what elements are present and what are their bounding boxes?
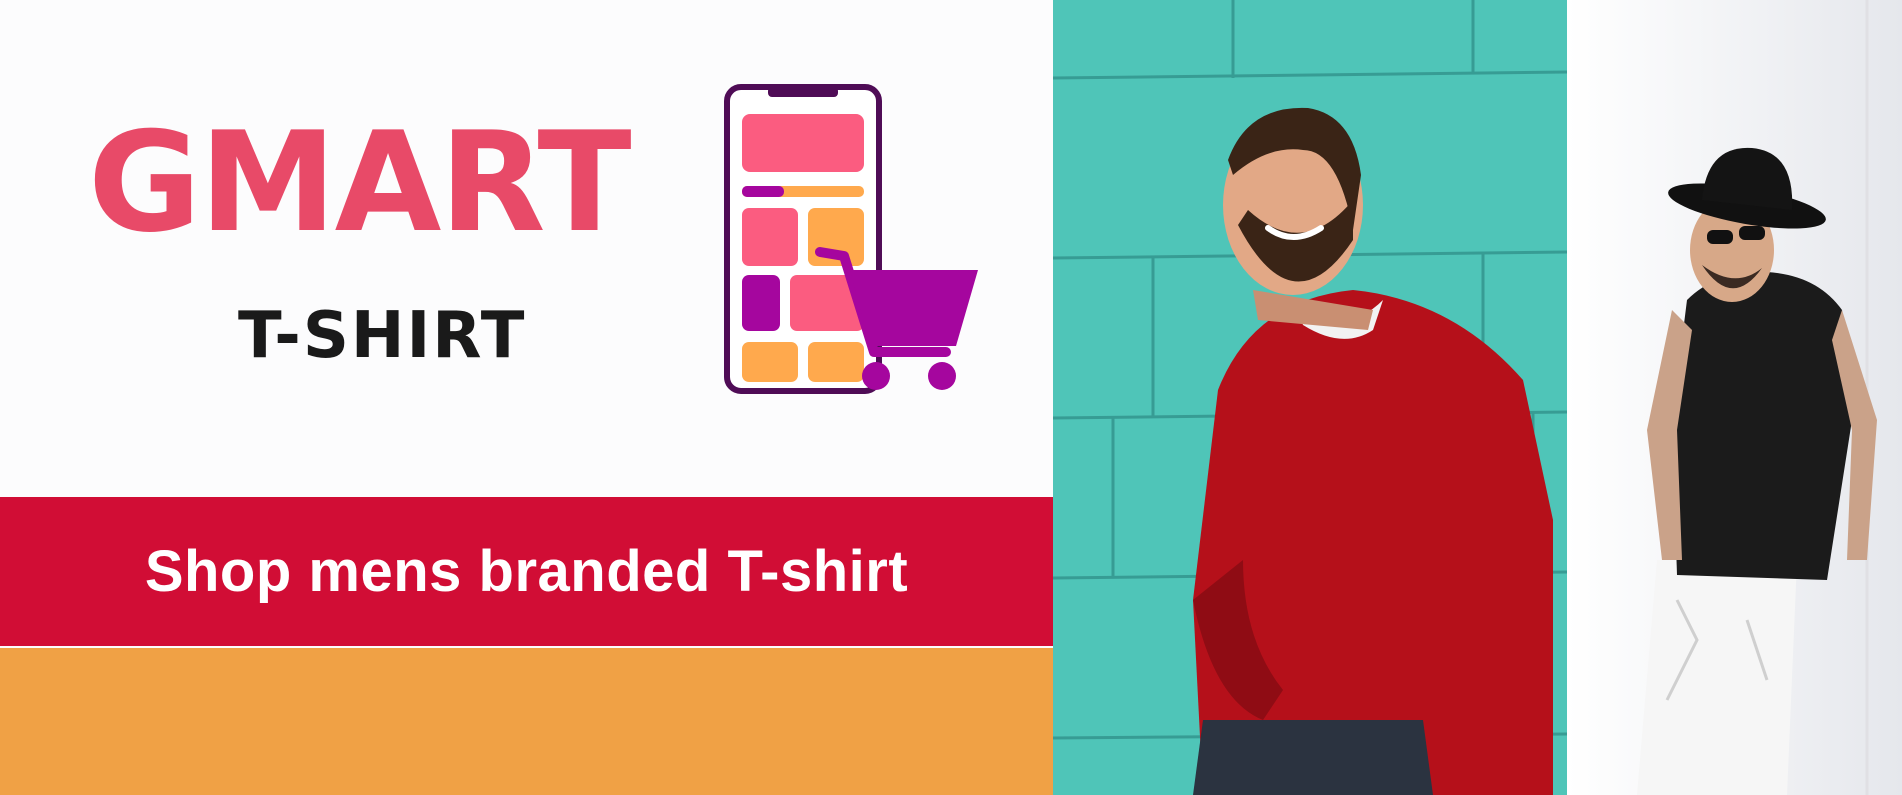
phone-shopping-cart-icon (724, 84, 978, 394)
tagline-band: Shop mens branded T-shirt (0, 497, 1053, 646)
orange-accent-band (0, 648, 1053, 795)
tagline-text: Shop mens branded T-shirt (144, 539, 909, 604)
brand-subtitle: T-SHIRT (238, 299, 527, 373)
brand-name: GMART (88, 102, 632, 263)
photo-man-black-hat (1567, 0, 1902, 795)
promo-banner: GMART T-SHIRT Shop mens branded T-shirt (0, 0, 1902, 795)
photo-man-red-sweater (1053, 0, 1567, 795)
